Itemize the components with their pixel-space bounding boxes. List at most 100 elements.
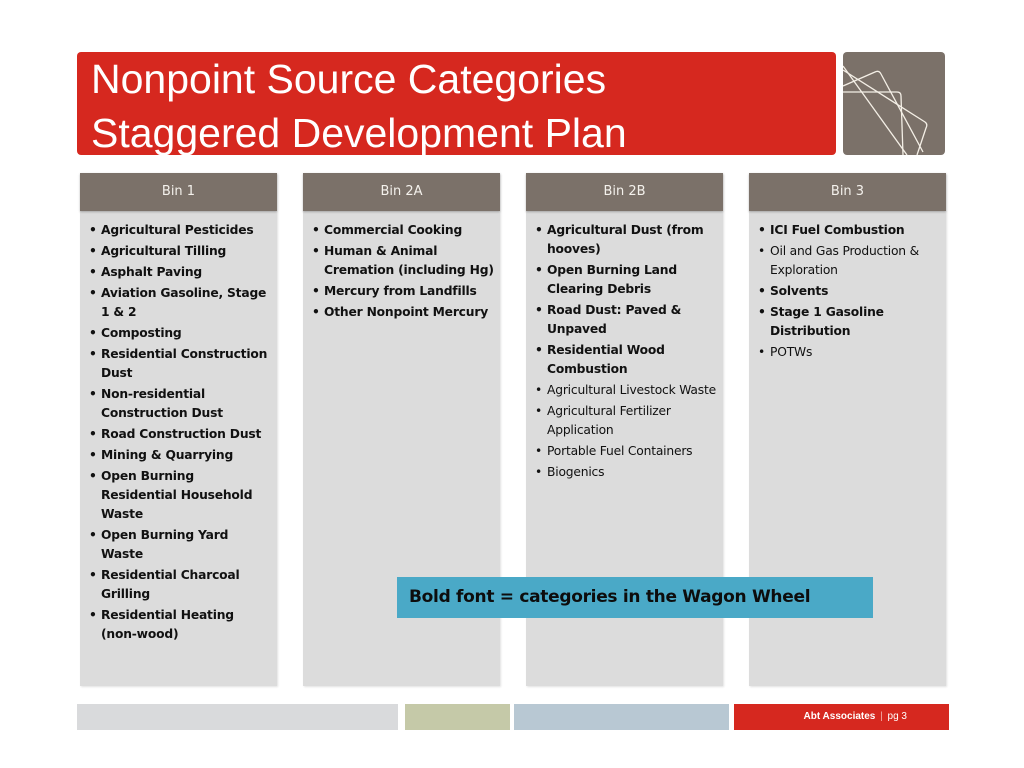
bullet-icon: • [89, 469, 97, 483]
bin-list-item: • Mercury from Landfills [312, 282, 494, 301]
bin-item-text: Open Burning Land Clearing Debris [547, 263, 677, 296]
footer-company-name: Abt Associates [803, 711, 876, 722]
bullet-icon: • [535, 444, 543, 458]
bin-item-text: Oil and Gas Production & Exploration [770, 244, 919, 277]
bin-list-item: • Open Burning Land Clearing Debris [535, 261, 717, 299]
bin-list-item: • Agricultural Dust (from hooves) [535, 221, 717, 259]
slide-title-banner: Nonpoint Source Categories Staggered Dev… [77, 52, 836, 156]
logo-lines-graphic [843, 65, 928, 155]
bullet-icon: • [535, 303, 543, 317]
bin-item-text: Commercial Cooking [324, 223, 463, 237]
bin-item-text: Residential Construction Dust [101, 347, 268, 380]
bin-item-text: Residential Heating (non-wood) [101, 608, 234, 641]
bin-item-text: Open Burning Yard Waste [101, 528, 229, 561]
bin-item-list: • ICI Fuel Combustion • Oil and Gas Product… [749, 211, 946, 362]
bullet-icon: • [535, 223, 543, 237]
abstract-lines-logo-icon [843, 52, 945, 155]
bin-list-item: • Open Burning Yard Waste [89, 526, 271, 564]
bin-item-text: Residential Charcoal Grilling [101, 568, 240, 601]
bin-list-item: • ICI Fuel Combustion [758, 221, 940, 240]
footer-bar-segment-blue [514, 704, 729, 730]
bullet-icon: • [758, 305, 766, 319]
bin-item-text: Mining & Quarrying [101, 448, 234, 462]
bin-list-item: • Agricultural Livestock Waste [535, 381, 717, 400]
bin-item-text: Agricultural Pesticides [101, 223, 254, 237]
bin-list-item: • Biogenics [535, 463, 717, 482]
bullet-icon: • [535, 263, 543, 277]
bin-list-item: • Non-residential Construction Dust [89, 385, 271, 423]
footer-bar-segment-olive [405, 704, 510, 730]
bin-1-panel: Bin 1 • Agricultural Pesticides • Agricultu… [80, 173, 277, 686]
bin-list-item: • Stage 1 Gasoline Distribution [758, 303, 940, 341]
bin-item-text: Agricultural Livestock Waste [547, 383, 716, 397]
slide-title-line-2: Staggered Development Plan [91, 110, 627, 156]
bin-item-list: • Agricultural Pesticides • Agricultural Ti… [80, 211, 277, 644]
bin-item-text: Composting [101, 326, 182, 340]
bin-list-item: • Asphalt Paving [89, 263, 271, 282]
bin-item-text: Portable Fuel Containers [547, 444, 693, 458]
bullet-icon: • [312, 244, 320, 258]
bin-list-item: • Oil and Gas Production & Exploration [758, 242, 940, 280]
bin-list-item: • Residential Construction Dust [89, 345, 271, 383]
bullet-icon: • [312, 284, 320, 298]
bin-header: Bin 2A [303, 173, 500, 211]
bullet-icon: • [89, 568, 97, 582]
bullet-icon: • [89, 244, 97, 258]
bin-list-item: • Residential Heating (non-wood) [89, 606, 271, 644]
bin-list-item: • Solvents [758, 282, 940, 301]
bin-header: Bin 1 [80, 173, 277, 211]
bin-list-item: • Residential Wood Combustion [535, 341, 717, 379]
bin-list-item: • Open Burning Residential Household Wast… [89, 467, 271, 524]
bin-item-text: Asphalt Paving [101, 265, 203, 279]
bullet-icon: • [312, 223, 320, 237]
bin-item-text: Mercury from Landfills [324, 284, 477, 298]
bin-list-item: • Human & Animal Cremation (including Hg) [312, 242, 494, 280]
bin-item-text: Residential Wood Combustion [547, 343, 665, 376]
bullet-icon: • [758, 244, 766, 258]
footer-separator: | [880, 711, 883, 722]
bullet-icon: • [89, 326, 97, 340]
bin-item-text: Aviation Gasoline, Stage 1 & 2 [101, 286, 267, 319]
bin-list-item: • Agricultural Tilling [89, 242, 271, 261]
bullet-icon: • [89, 286, 97, 300]
bin-list-item: • Aviation Gasoline, Stage 1 & 2 [89, 284, 271, 322]
footer-page-number: pg 3 [887, 711, 907, 722]
bin-list-item: • Mining & Quarrying [89, 446, 271, 465]
bullet-icon: • [89, 608, 97, 622]
bullet-icon: • [758, 345, 766, 359]
bin-list-item: • Commercial Cooking [312, 221, 494, 240]
bin-item-text: Road Dust: Paved & Unpaved [547, 303, 682, 336]
bin-list-item: • Road Construction Dust [89, 425, 271, 444]
bin-list-item: • Agricultural Pesticides [89, 221, 271, 240]
footer-bar-segment-gray [77, 704, 398, 730]
bin-item-text: Agricultural Tilling [101, 244, 227, 258]
bin-list-item: • Composting [89, 324, 271, 343]
bullet-icon: • [535, 465, 543, 479]
slide-title-line-1: Nonpoint Source Categories [91, 56, 607, 102]
bullet-icon: • [535, 343, 543, 357]
bin-list-item: • Portable Fuel Containers [535, 442, 717, 461]
bullet-icon: • [535, 404, 543, 418]
bullet-icon: • [89, 387, 97, 401]
bullet-icon: • [89, 265, 97, 279]
bin-item-list: • Agricultural Dust (from hooves) • Open Bu… [526, 211, 723, 482]
bin-header: Bin 3 [749, 173, 946, 211]
bin-list-item: • Agricultural Fertilizer Application [535, 402, 717, 440]
bin-item-text: ICI Fuel Combustion [770, 223, 905, 237]
bin-item-text: Agricultural Fertilizer Application [547, 404, 671, 437]
bin-item-text: Agricultural Dust (from hooves) [547, 223, 704, 256]
bin-item-text: Stage 1 Gasoline Distribution [770, 305, 884, 338]
bullet-icon: • [758, 284, 766, 298]
bin-item-text: Road Construction Dust [101, 427, 262, 441]
bullet-icon: • [89, 427, 97, 441]
bullet-icon: • [89, 347, 97, 361]
bin-list-item: • Road Dust: Paved & Unpaved [535, 301, 717, 339]
bin-header: Bin 2B [526, 173, 723, 211]
bullet-icon: • [89, 223, 97, 237]
bin-item-text: Human & Animal Cremation (including Hg) [324, 244, 494, 277]
bin-item-text: Other Nonpoint Mercury [324, 305, 489, 319]
bullet-icon: • [312, 305, 320, 319]
bin-item-text: Biogenics [547, 465, 605, 479]
bin-item-text: Non-residential Construction Dust [101, 387, 223, 420]
bin-item-text: POTWs [770, 345, 813, 359]
